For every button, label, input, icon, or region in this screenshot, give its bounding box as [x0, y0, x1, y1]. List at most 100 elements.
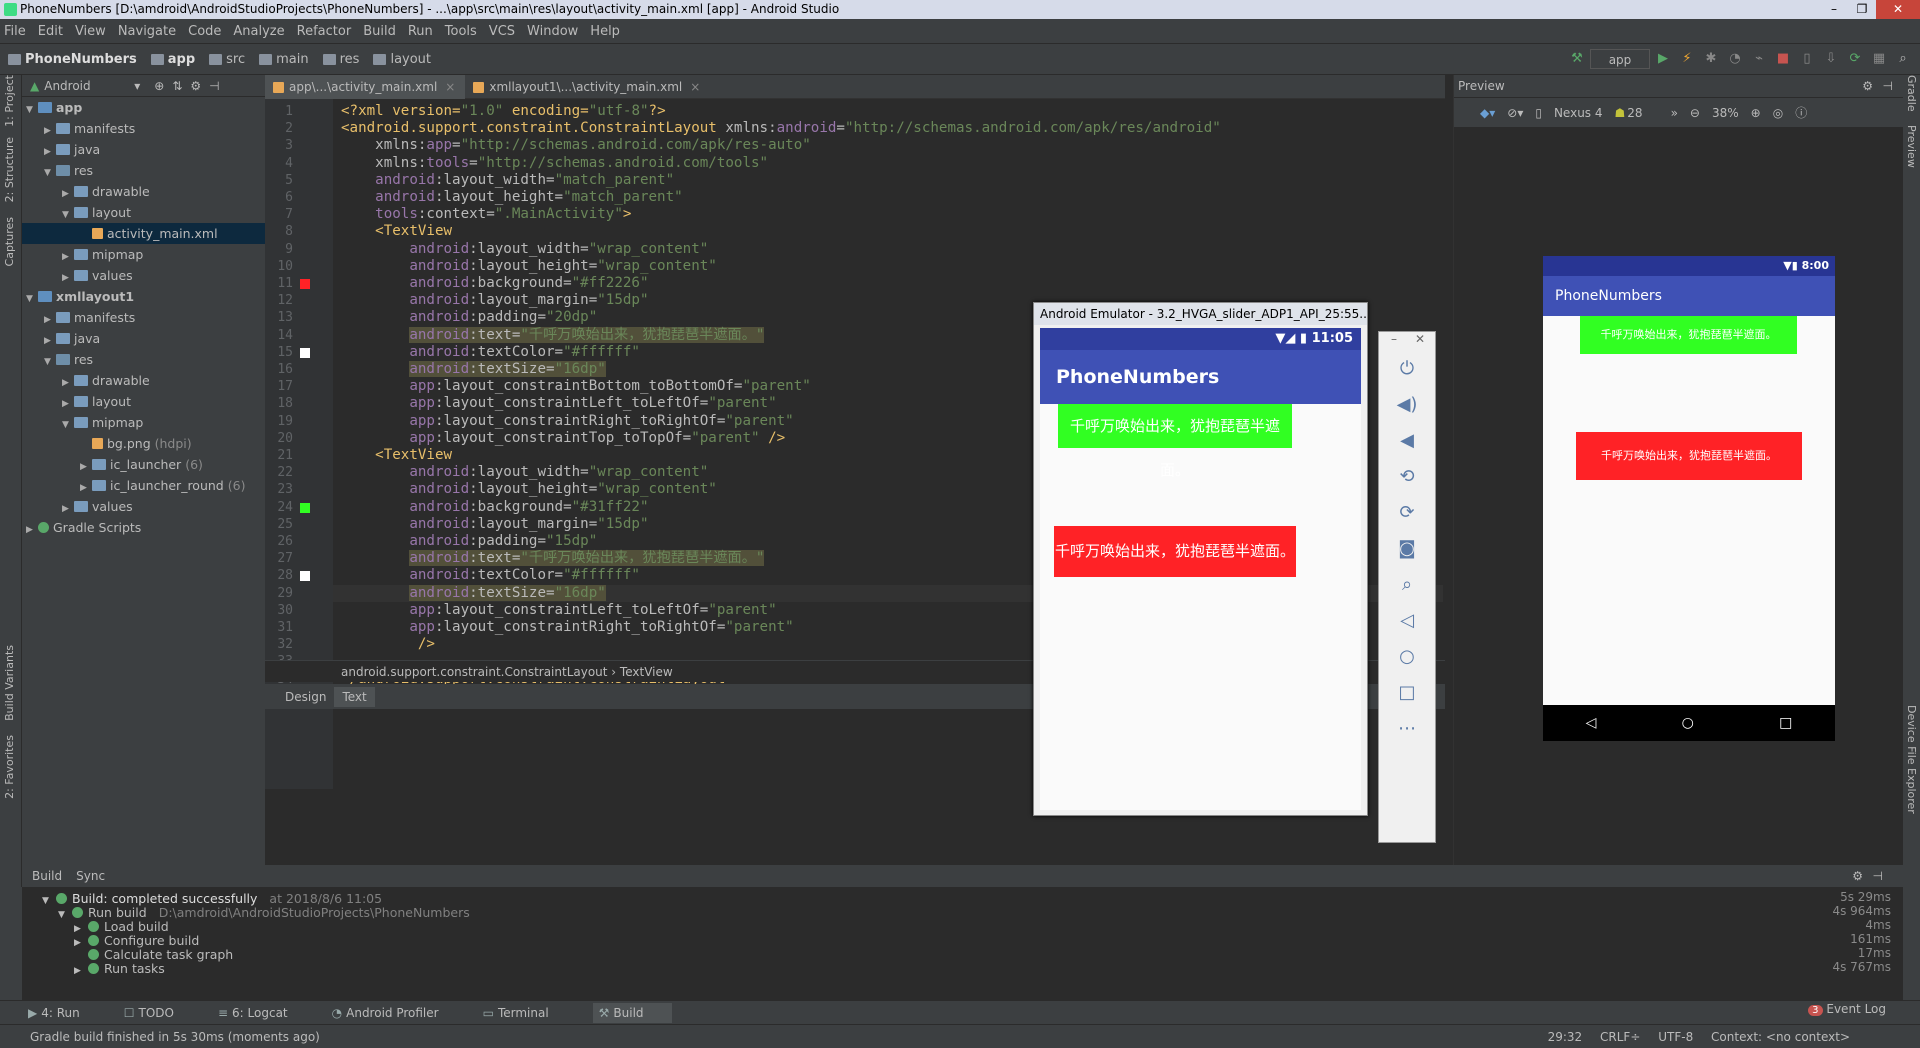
code-line[interactable]: android:text="千呼万唤始出来，犹抱琵琶半遮面。" [341, 550, 765, 567]
avd-manager-icon[interactable]: ▯ [1796, 49, 1818, 69]
debug-icon[interactable]: ✱ [1700, 49, 1722, 69]
api-select[interactable]: 28 [1627, 106, 1642, 120]
bottom-tab[interactable]: ▶ 4: Run [28, 1006, 102, 1020]
code-line[interactable]: android:textColor="#ffffff" [341, 567, 640, 584]
color-swatch-icon[interactable] [300, 571, 310, 582]
zoom-in-icon[interactable]: ⊕ [1751, 106, 1761, 120]
code-line[interactable]: android:layout_width="match_parent" [341, 172, 674, 189]
breadcrumb-item[interactable]: PhoneNumbers [8, 52, 137, 67]
menu-edit[interactable]: Edit [38, 24, 63, 39]
minimize-icon[interactable]: – [1820, 0, 1848, 19]
project-structure-icon[interactable]: ▦ [1868, 49, 1890, 69]
preview-textview-green[interactable]: 千呼万唤始出来，犹抱琵琶半遮面。 [1580, 316, 1797, 354]
bottom-tab[interactable]: ◔ Android Profiler [332, 1006, 461, 1020]
tree-node[interactable]: bg.png (hdpi) [22, 433, 265, 454]
bottom-tab[interactable]: ☐ TODO [124, 1006, 196, 1020]
editor-tab[interactable]: app\...\activity_main.xml × [265, 75, 466, 99]
tree-node[interactable]: ▶ java [22, 139, 265, 160]
tree-node[interactable]: ▶ ic_launcher (6) [22, 454, 265, 475]
menu-vcs[interactable]: VCS [489, 24, 515, 39]
color-swatch-icon[interactable] [300, 502, 310, 513]
code-line[interactable]: android:textSize="16dp" [341, 361, 606, 378]
tree-node[interactable]: ▼ mipmap [22, 412, 265, 433]
hide-icon[interactable]: ⊣ [209, 79, 219, 93]
menu-file[interactable]: File [4, 24, 26, 39]
project-view-select[interactable]: Android [44, 79, 134, 93]
tree-node[interactable]: ▼ layout [22, 202, 265, 223]
tab-design[interactable]: Design [277, 687, 334, 707]
device-select[interactable]: Nexus 4 [1554, 106, 1603, 120]
power-icon[interactable]: ⏻ [1379, 358, 1435, 379]
make-project-icon[interactable]: ⚒ [1566, 49, 1588, 69]
emulator-textview-green[interactable]: 千呼万唤始出来，犹抱琵琶半遮面。 [1058, 404, 1292, 479]
locate-icon[interactable]: ⊕ [154, 79, 164, 93]
side-tab[interactable]: Captures [3, 217, 16, 266]
line-separator[interactable]: CRLF÷ [1600, 1030, 1640, 1044]
code-line[interactable]: android:layout_height="wrap_content" [341, 481, 717, 498]
attach-debugger-icon[interactable]: ⌁ [1748, 49, 1770, 69]
close-icon[interactable]: ✕ [1415, 332, 1425, 346]
home-icon[interactable]: ○ [1379, 646, 1435, 667]
tab-text[interactable]: Text [334, 686, 375, 707]
code-line[interactable]: android:background="#ff2226" [341, 275, 648, 292]
editor-tab[interactable]: xmllayout1\...\activity_main.xml × [465, 75, 710, 99]
file-encoding[interactable]: UTF-8 [1658, 1030, 1693, 1044]
profile-icon[interactable]: ◔ [1724, 49, 1746, 69]
tree-node[interactable]: ▶ java [22, 328, 265, 349]
code-line[interactable]: android:layout_height="match_parent" [341, 189, 683, 206]
zoom-icon[interactable]: ⌕ [1379, 574, 1435, 595]
color-swatch-icon[interactable] [300, 279, 310, 289]
overview-icon[interactable]: □ [1379, 682, 1435, 703]
minimize-icon[interactable]: – [1391, 332, 1397, 346]
code-line[interactable]: <android.support.constraint.ConstraintLa… [341, 120, 1221, 137]
code-line[interactable]: app:layout_constraintBottom_toBottomOf="… [341, 378, 810, 395]
side-tab[interactable]: 2: Favorites [3, 735, 16, 799]
chevron-right-icon[interactable]: ▶ [26, 520, 38, 541]
tree-node[interactable]: ▶ mipmap [22, 244, 265, 265]
gear-icon[interactable]: ⚙ [190, 79, 201, 93]
more-icon[interactable]: ⋯ [1379, 718, 1435, 739]
tree-node[interactable]: ▼ res [22, 349, 265, 370]
tree-node[interactable]: ▶ Gradle Scripts [22, 517, 265, 538]
code-line[interactable]: android:layout_margin="15dp" [341, 516, 648, 533]
code-line[interactable]: app:layout_constraintLeft_toLeftOf="pare… [341, 602, 776, 619]
bottom-tab[interactable]: ≡ 6: Logcat [218, 1006, 310, 1020]
tab-sync[interactable]: Sync [76, 869, 105, 883]
code-line[interactable]: android:layout_height="wrap_content" [341, 258, 717, 275]
sdk-manager-icon[interactable]: ⇩ [1820, 49, 1842, 69]
close-icon[interactable]: × [445, 80, 455, 94]
volume-down-icon[interactable]: ◀ [1379, 430, 1435, 451]
side-tab[interactable]: 1: Project [3, 75, 16, 127]
code-line[interactable]: android:layout_margin="15dp" [341, 292, 648, 309]
rotate-right-icon[interactable]: ⟳ [1379, 502, 1435, 523]
overflow-icon[interactable]: » [1671, 106, 1678, 120]
breadcrumb-item[interactable]: src [209, 52, 245, 67]
code-line[interactable]: android:layout_width="wrap_content" [341, 241, 708, 258]
hide-icon[interactable]: ⊣ [1883, 75, 1893, 97]
zoom-out-icon[interactable]: ⊖ [1690, 106, 1700, 120]
camera-icon[interactable]: ◙ [1379, 538, 1435, 559]
side-tab[interactable]: Device File Explorer [1905, 705, 1918, 814]
code-line[interactable]: app:layout_constraintTop_toTopOf="parent… [341, 430, 785, 447]
bottom-tab[interactable]: ⚒ Build [592, 1002, 672, 1023]
volume-up-icon[interactable]: ◀) [1379, 394, 1435, 415]
close-icon[interactable]: ✕ [1876, 0, 1920, 19]
preview-textview-red[interactable]: 千呼万唤始出来，犹抱琵琶半遮面。 [1576, 432, 1802, 480]
side-tab[interactable]: Build Variants [3, 645, 16, 721]
run-config-select[interactable]: app [1590, 49, 1650, 69]
search-icon[interactable]: ⌕ [1892, 49, 1914, 69]
menu-analyze[interactable]: Analyze [233, 24, 284, 39]
build-tree-row[interactable]: ▶ Run tasks [22, 960, 165, 977]
breadcrumb-item[interactable]: app [150, 52, 195, 67]
code-line[interactable]: android:text="千呼万唤始出来，犹抱琵琶半遮面。" [341, 326, 765, 344]
gear-icon[interactable]: ⚙ [1862, 75, 1873, 97]
tree-node[interactable]: ▶ layout [22, 391, 265, 412]
apply-changes-icon[interactable]: ⚡ [1676, 49, 1698, 69]
tree-node[interactable]: ▶ drawable [22, 370, 265, 391]
tree-node[interactable]: ▶ values [22, 265, 265, 286]
code-line[interactable]: app:layout_constraintLeft_toLeftOf="pare… [341, 395, 776, 412]
code-line[interactable]: /> [341, 636, 435, 653]
chevron-right-icon[interactable]: ▶ [74, 963, 88, 980]
code-line[interactable]: <?xml version="1.0" encoding="utf-8"?> [341, 103, 666, 120]
menu-code[interactable]: Code [188, 24, 221, 39]
